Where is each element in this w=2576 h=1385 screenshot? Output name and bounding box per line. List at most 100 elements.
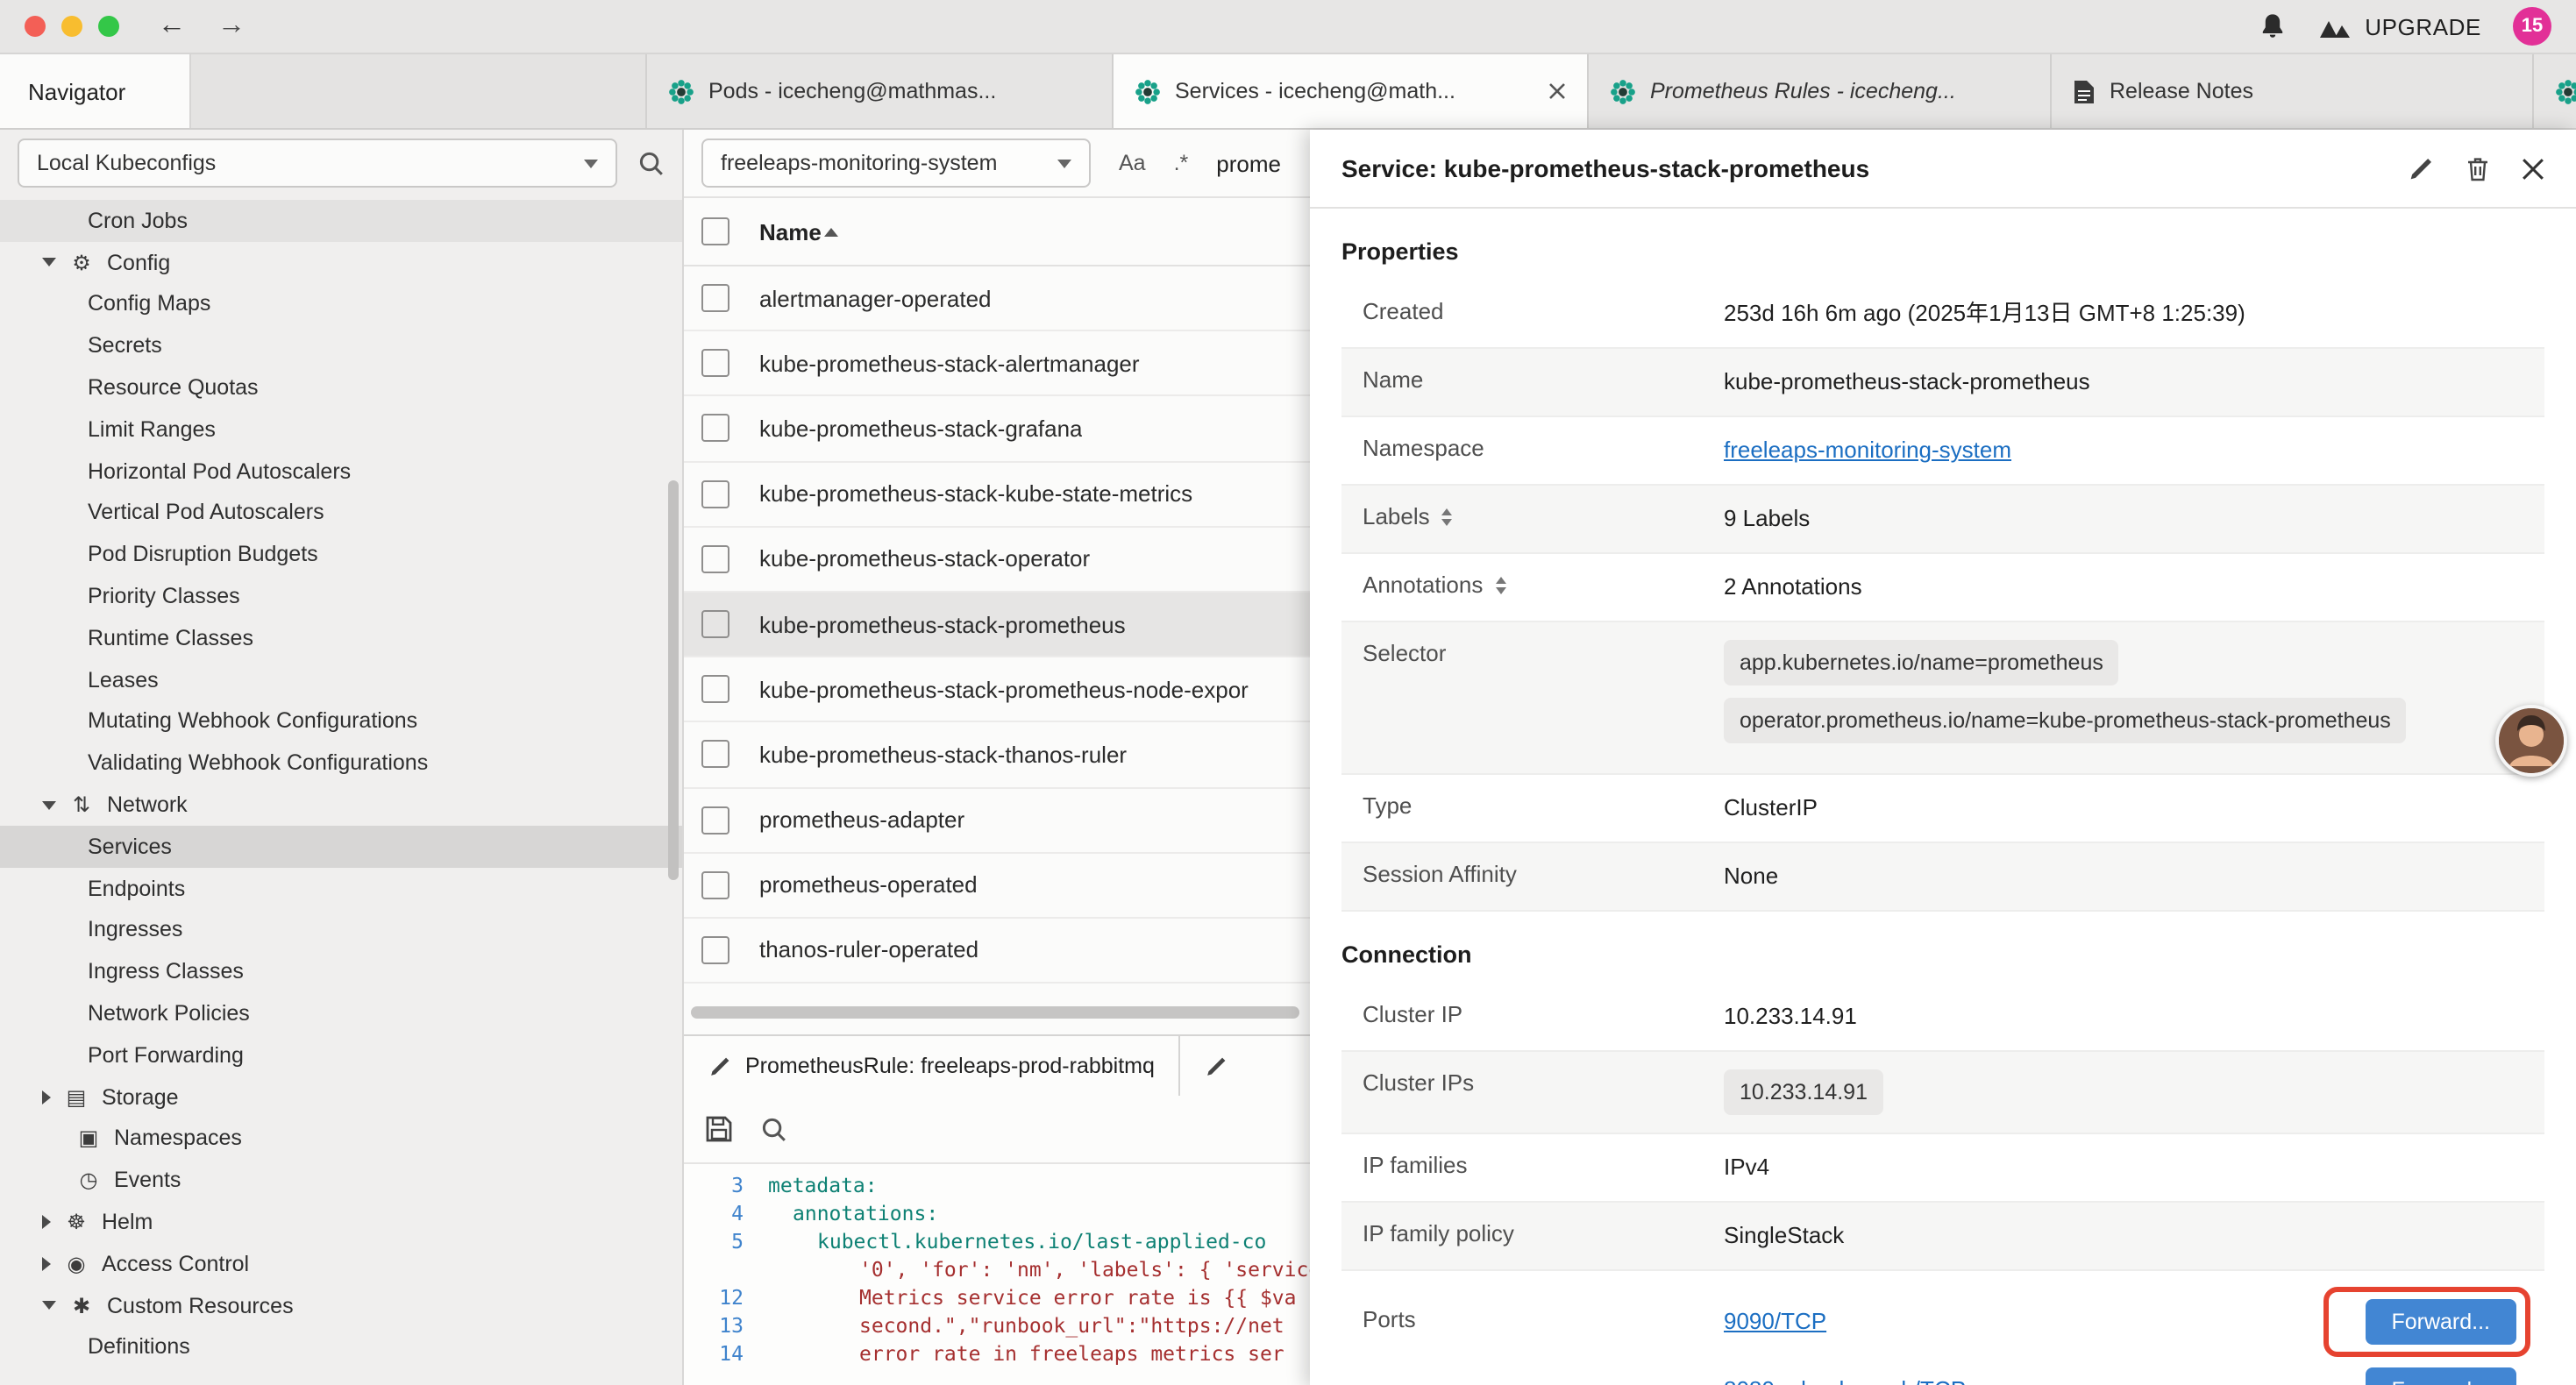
- row-checkbox[interactable]: [701, 350, 729, 378]
- close-window-button[interactable]: [25, 16, 46, 37]
- tree-item-icon: ⇅: [68, 794, 95, 815]
- row-ports: Ports 9090/TCP Forward... 8080:reloader: [1341, 1271, 2544, 1385]
- back-button[interactable]: ←: [158, 12, 186, 40]
- row-checkbox[interactable]: [701, 675, 729, 703]
- notification-count-badge[interactable]: 15: [2513, 7, 2551, 46]
- row-name: Name kube-prometheus-stack-prometheus: [1341, 349, 2544, 417]
- close-icon[interactable]: [2522, 157, 2544, 180]
- sidebar-item[interactable]: Definitions: [0, 1326, 682, 1368]
- sidebar-item[interactable]: ◉ Access Control: [0, 1243, 682, 1285]
- tab-argo[interactable]: Argo Se...: [2534, 54, 2576, 128]
- sidebar-item[interactable]: ▣ Namespaces: [0, 1118, 682, 1160]
- port-link[interactable]: 9090/TCP: [1724, 1305, 2365, 1337]
- sidebar-search-icon[interactable]: [638, 150, 665, 176]
- match-case-toggle[interactable]: Aa: [1119, 151, 1146, 175]
- horizontal-scrollbar[interactable]: [691, 1006, 1299, 1019]
- line-number: [684, 1255, 768, 1283]
- sidebar-item[interactable]: Leases: [0, 659, 682, 701]
- sidebar-item[interactable]: Secrets: [0, 325, 682, 367]
- tabbar-spacer: [191, 54, 647, 128]
- notifications-bell-icon[interactable]: [2258, 12, 2286, 40]
- maximize-window-button[interactable]: [98, 16, 119, 37]
- forward-button[interactable]: →: [217, 12, 246, 40]
- chevron-down-icon: [1057, 159, 1071, 167]
- chevron-icon: [42, 1090, 51, 1104]
- sidebar-item[interactable]: Network Policies: [0, 992, 682, 1034]
- sidebar-item[interactable]: ⇅ Network: [0, 784, 682, 826]
- line-number: 3: [684, 1171, 768, 1199]
- sidebar-item[interactable]: Resource Quotas: [0, 366, 682, 408]
- sidebar-item[interactable]: ✱ Custom Resources: [0, 1284, 682, 1326]
- sidebar-item[interactable]: Endpoints: [0, 868, 682, 910]
- dock-tab-prometheusrule[interactable]: PrometheusRule: freeleaps-prod-rabbitmq: [684, 1036, 1181, 1096]
- sidebar-item[interactable]: ☸ Helm: [0, 1201, 682, 1243]
- forward-port-button[interactable]: Forward...: [2365, 1298, 2516, 1344]
- sort-ascending-icon: [825, 227, 839, 236]
- edit-pencil-icon: [1206, 1055, 1228, 1077]
- sidebar-item[interactable]: ⚙ Config: [0, 242, 682, 284]
- sidebar-item[interactable]: Priority Classes: [0, 575, 682, 617]
- tab-services[interactable]: Services - icecheng@math...: [1114, 54, 1589, 128]
- tab-pods[interactable]: Pods - icecheng@mathmas...: [647, 54, 1114, 128]
- row-checkbox[interactable]: [701, 479, 729, 508]
- select-all-checkbox[interactable]: [701, 217, 729, 245]
- sidebar-item[interactable]: Cron Jobs: [0, 200, 682, 242]
- forward-port-button[interactable]: Forward...: [2365, 1367, 2516, 1385]
- sidebar-item[interactable]: Runtime Classes: [0, 617, 682, 659]
- expand-collapse-icon[interactable]: [1442, 508, 1453, 525]
- tab-prometheus-rules[interactable]: Prometheus Rules - icecheng...: [1589, 54, 2052, 128]
- sidebar-item[interactable]: Pod Disruption Budgets: [0, 534, 682, 576]
- row-checkbox[interactable]: [701, 741, 729, 769]
- mountains-icon: [2317, 13, 2351, 39]
- port-link[interactable]: 8080:reloader-web/TCP: [1724, 1374, 2365, 1385]
- row-checkbox[interactable]: [701, 806, 729, 834]
- row-checkbox[interactable]: [701, 871, 729, 899]
- row-checkbox[interactable]: [701, 610, 729, 638]
- minimize-window-button[interactable]: [61, 16, 82, 37]
- row-checkbox[interactable]: [701, 936, 729, 964]
- upgrade-button[interactable]: UPGRADE: [2317, 13, 2481, 39]
- navigator-tab[interactable]: Navigator: [0, 54, 191, 128]
- properties-heading: Properties: [1341, 209, 2544, 281]
- sidebar-item[interactable]: ▤ Storage: [0, 1076, 682, 1118]
- sidebar-item[interactable]: Horizontal Pod Autoscalers: [0, 451, 682, 493]
- edit-pencil-icon[interactable]: [2408, 155, 2434, 181]
- tab-bar: Navigator Pods - icecheng@mathmas... Ser…: [0, 54, 2576, 130]
- name-column-header[interactable]: Name: [759, 218, 822, 245]
- namespace-link[interactable]: freeleaps-monitoring-system: [1724, 437, 2011, 463]
- cluster-icon: [1610, 78, 1636, 104]
- chevron-icon: [42, 258, 56, 266]
- sidebar-item[interactable]: Config Maps: [0, 283, 682, 325]
- sidebar-item[interactable]: Port Forwarding: [0, 1034, 682, 1076]
- chevron-icon: [42, 800, 56, 809]
- namespace-filter[interactable]: freeleaps-monitoring-system: [701, 138, 1091, 188]
- sidebar-item[interactable]: Limit Ranges: [0, 408, 682, 451]
- tab-release-notes[interactable]: Release Notes: [2052, 54, 2534, 128]
- sidebar-item[interactable]: ◷ Events: [0, 1160, 682, 1202]
- expand-collapse-icon[interactable]: [1495, 576, 1505, 593]
- row-checkbox[interactable]: [701, 284, 729, 312]
- row-checkbox[interactable]: [701, 545, 729, 573]
- sidebar-item[interactable]: Ingresses: [0, 909, 682, 951]
- panel-body: Properties Created 253d 16h 6m ago (2025…: [1310, 209, 2576, 1385]
- regex-toggle[interactable]: .*: [1174, 151, 1189, 175]
- sidebar-item[interactable]: Ingress Classes: [0, 951, 682, 993]
- sidebar-item[interactable]: Vertical Pod Autoscalers: [0, 492, 682, 534]
- kubeconfig-selector[interactable]: Local Kubeconfigs: [18, 138, 617, 188]
- save-icon[interactable]: [705, 1115, 733, 1143]
- delete-trash-icon[interactable]: [2466, 155, 2490, 181]
- cluster-icon: [668, 78, 694, 104]
- sidebar-item[interactable]: Services: [0, 826, 682, 868]
- sidebar-item[interactable]: Mutating Webhook Configurations: [0, 700, 682, 742]
- close-tab-icon[interactable]: [1548, 82, 1566, 100]
- sidebar-scrollbar[interactable]: [668, 480, 679, 880]
- search-input[interactable]: prome: [1216, 150, 1281, 176]
- row-session-affinity: Session Affinity None: [1341, 843, 2544, 912]
- cluster-icon: [1135, 78, 1161, 104]
- row-selector: Selector app.kubernetes.io/name=promethe…: [1341, 622, 2544, 775]
- editor-search-icon[interactable]: [761, 1116, 787, 1142]
- row-checkbox[interactable]: [701, 415, 729, 443]
- sidebar-item[interactable]: Validating Webhook Configurations: [0, 742, 682, 785]
- window-controls: [25, 16, 119, 37]
- user-avatar[interactable]: [2495, 705, 2567, 777]
